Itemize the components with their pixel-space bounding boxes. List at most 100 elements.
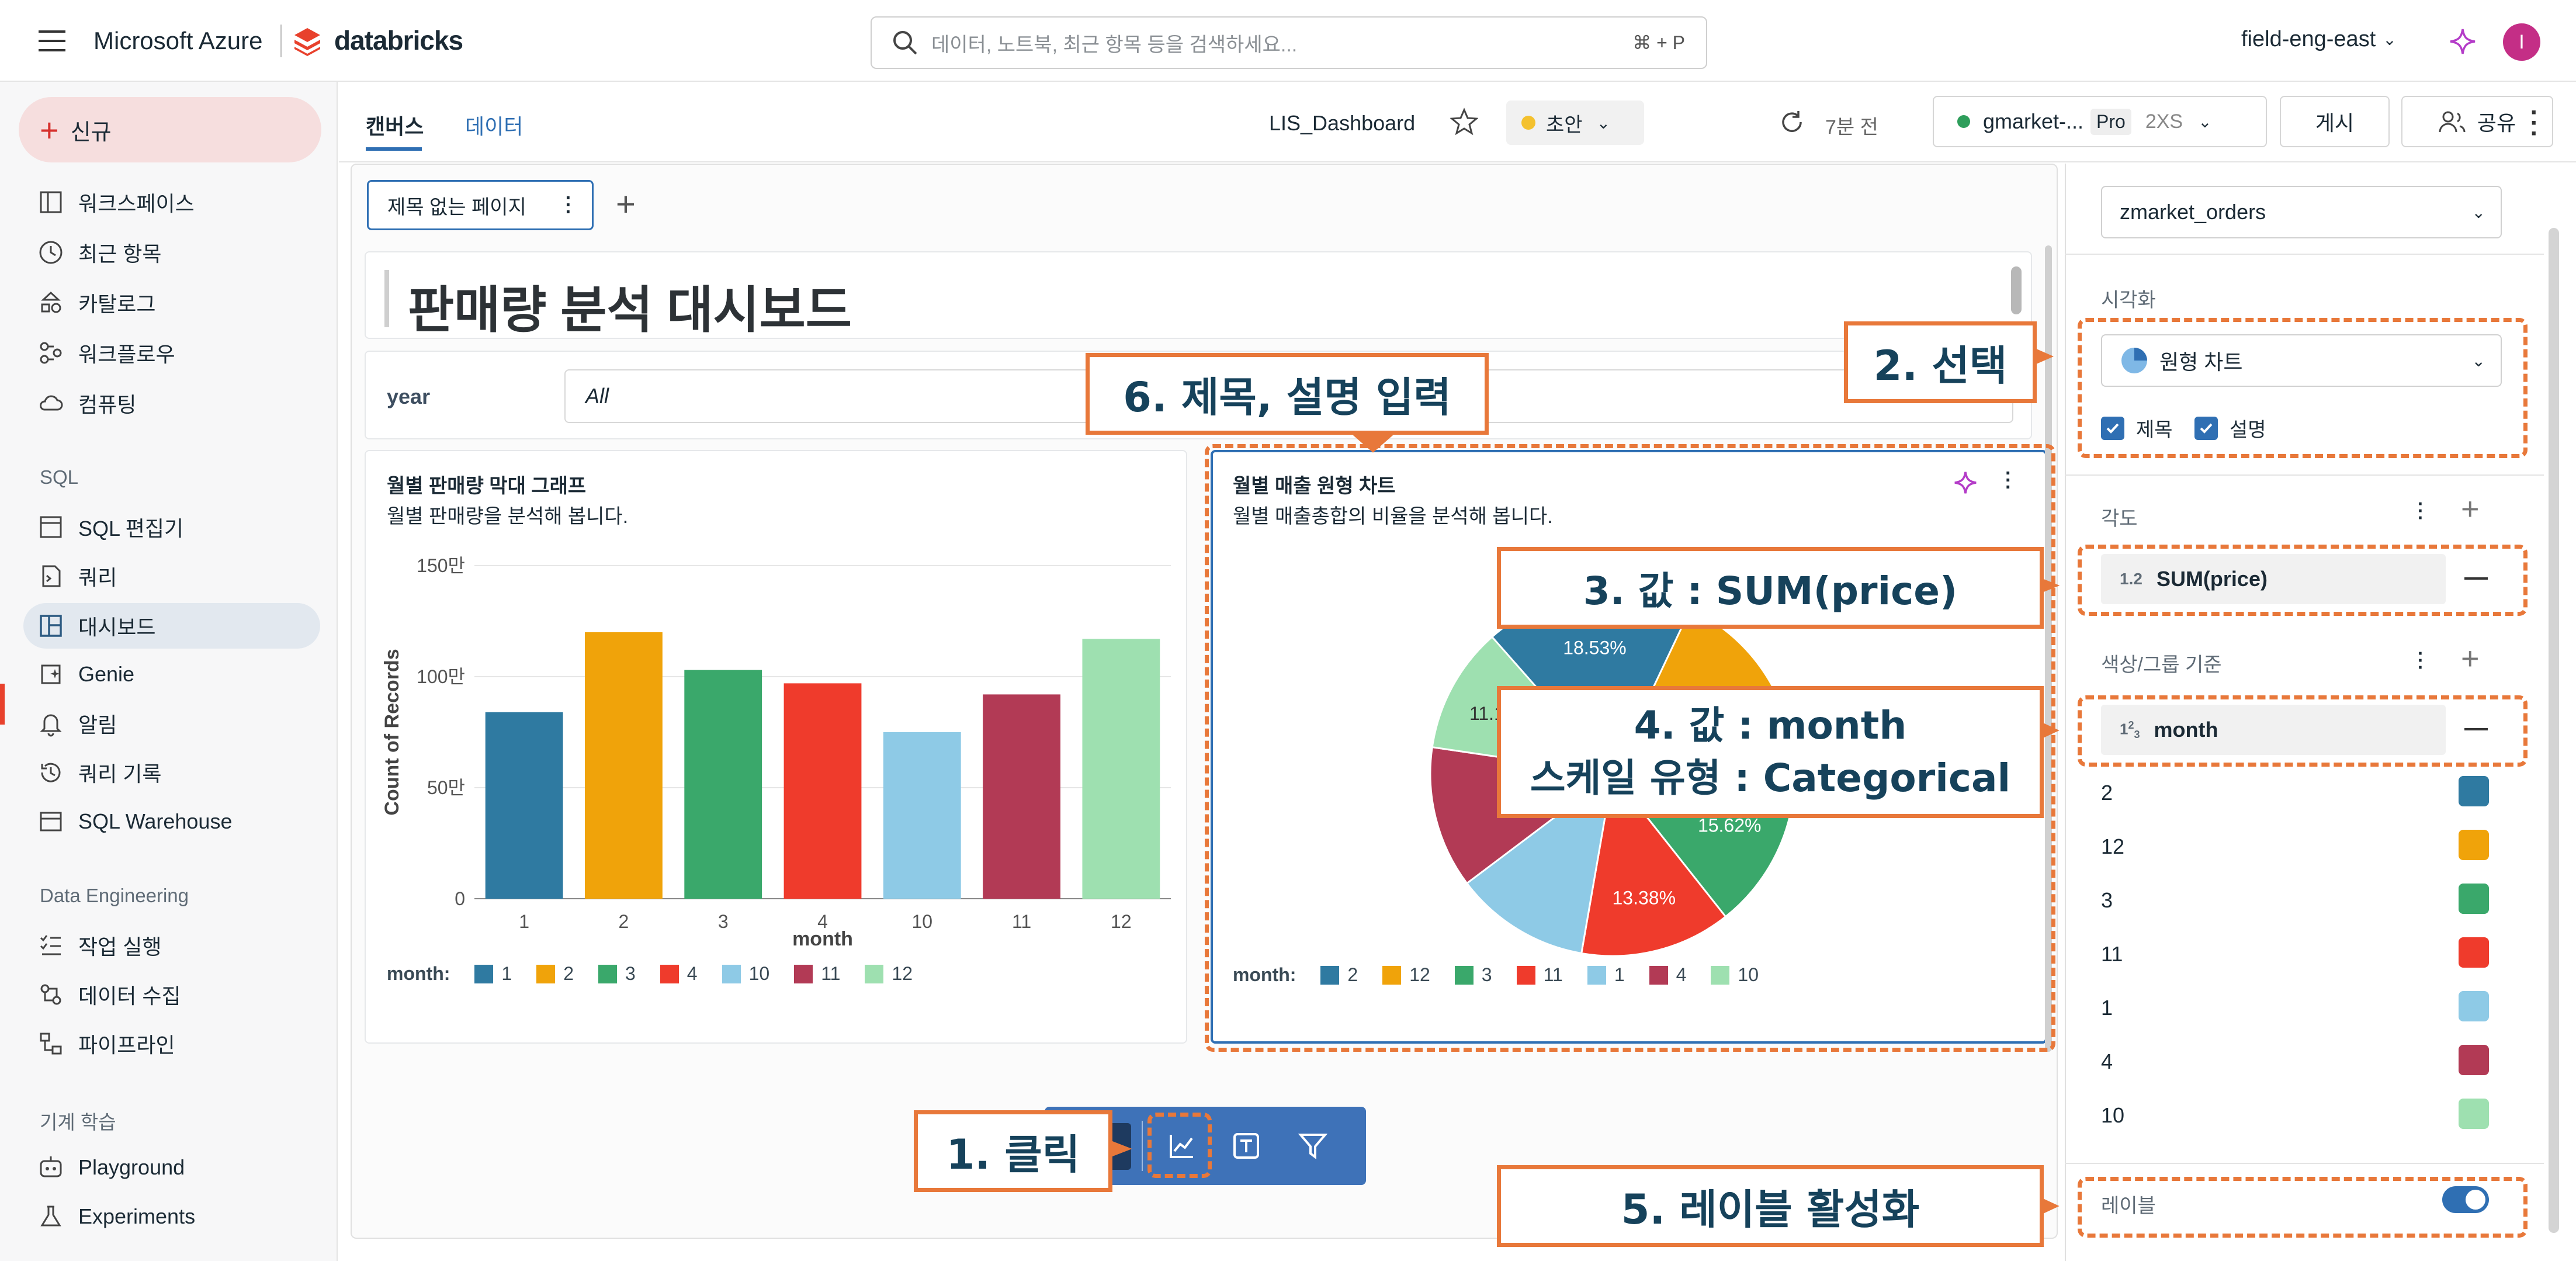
menu-icon[interactable] xyxy=(39,29,65,53)
sidebar-item-label: 파이프라인 xyxy=(78,1033,175,1057)
draft-status[interactable]: 초안 ⌄ xyxy=(1506,101,1644,145)
color-list-item[interactable]: 10 xyxy=(2101,1103,2124,1128)
page-tab[interactable]: 제목 없는 페이지 · · · xyxy=(367,180,594,230)
legend-label: 1 xyxy=(501,963,512,984)
angle-add-icon[interactable]: + xyxy=(2461,493,2480,525)
y-tick-label: 150만 xyxy=(417,555,465,576)
legend-item[interactable]: 1 xyxy=(474,963,512,985)
chevron-down-icon: ⌄ xyxy=(2471,203,2485,221)
legend-item[interactable]: 2 xyxy=(536,963,574,985)
legend-item[interactable]: 3 xyxy=(598,963,636,985)
new-button[interactable]: + 신규 xyxy=(19,97,321,162)
color-list-item[interactable]: 12 xyxy=(2101,834,2124,859)
angle-kebab-icon[interactable]: · · · xyxy=(2418,494,2424,527)
legend-item[interactable]: 11 xyxy=(794,963,840,985)
editor-bar: 캔버스 데이터 LIS_Dashboard 초안 ⌄ 7분 전 gmarket-… xyxy=(339,82,2576,162)
sidebar-item-label: 카탈로그 xyxy=(78,292,156,316)
sidebar-item-query-history[interactable]: 쿼리 기록 xyxy=(37,754,161,791)
workspace-switcher[interactable]: field-eng-east ⌄ xyxy=(2241,27,2397,52)
bar xyxy=(1082,639,1160,899)
assistant-sparkle-icon[interactable] xyxy=(2449,28,2476,55)
callout-step-4: 4. 값 : month 스케일 유형 : Categorical xyxy=(1497,686,2044,818)
color-list-item[interactable]: 2 xyxy=(2101,781,2113,805)
add-text-icon[interactable] xyxy=(1232,1131,1261,1160)
tab-canvas[interactable]: 캔버스 xyxy=(366,110,424,140)
refresh-icon[interactable] xyxy=(1778,109,1805,136)
bell-icon xyxy=(37,710,64,737)
legend-label: 12 xyxy=(892,963,913,984)
sidebar-item-genie[interactable]: Genie xyxy=(37,656,134,693)
color-swatch[interactable] xyxy=(2459,1099,2489,1129)
publish-label: 게시 xyxy=(2315,111,2355,135)
sidebar-item-recents[interactable]: 최근 항목 xyxy=(37,234,161,271)
color-swatch[interactable] xyxy=(2459,937,2489,968)
panel-scrollbar[interactable] xyxy=(2549,228,2559,1233)
avatar[interactable]: I xyxy=(2503,23,2540,61)
color-swatch[interactable] xyxy=(2459,1045,2489,1075)
color-swatch[interactable] xyxy=(2459,830,2489,860)
sidebar-item-label: 최근 항목 xyxy=(78,242,162,266)
avatar-letter: I xyxy=(2519,30,2525,53)
legend-item[interactable]: 12 xyxy=(865,963,913,985)
list-icon xyxy=(37,932,64,959)
sidebar-item-catalog[interactable]: 카탈로그 xyxy=(37,284,155,321)
kebab-icon[interactable]: · · · xyxy=(566,188,572,222)
sidebar-item-dashboards[interactable]: 대시보드 xyxy=(23,603,320,649)
dataset-name: zmarket_orders xyxy=(2120,200,2266,224)
sidebar-item-label: 대시보드 xyxy=(78,615,156,639)
legend-item[interactable]: 4 xyxy=(660,963,698,985)
highlight-viz-select xyxy=(2078,318,2528,458)
chevron-down-icon: ⌄ xyxy=(2383,30,2397,49)
color-list-item[interactable]: 3 xyxy=(2101,888,2113,913)
cloud-icon xyxy=(37,390,64,417)
color-list-item[interactable]: 1 xyxy=(2101,996,2113,1020)
search-input[interactable]: 데이터, 노트북, 최근 항목 등을 검색하세요... ⌘ + P xyxy=(871,16,1707,69)
angle-section-label: 각도 xyxy=(2101,508,2138,530)
color-list-item[interactable]: 4 xyxy=(2101,1049,2113,1074)
sidebar-item-sql-warehouse[interactable]: SQL Warehouse xyxy=(37,803,232,840)
add-page-icon[interactable]: + xyxy=(616,188,636,221)
highlight-labels-toggle xyxy=(2078,1177,2528,1238)
sidebar-item-data-ingestion[interactable]: 데이터 수집 xyxy=(37,976,181,1013)
warehouse-tier: Pro xyxy=(2090,108,2131,135)
sidebar-item-workspace[interactable]: 워크스페이스 xyxy=(37,183,195,221)
tab-data[interactable]: 데이터 xyxy=(465,110,523,140)
clock-icon xyxy=(37,239,64,266)
legend-label: 3 xyxy=(625,963,636,984)
color-swatch[interactable] xyxy=(2459,991,2489,1021)
sidebar-item-label: 워크스페이스 xyxy=(78,192,195,216)
color-list-item[interactable]: 11 xyxy=(2101,942,2123,966)
bar-chart-card[interactable]: 월별 판매량 막대 그래프 월별 판매량을 분석해 봅니다. 0 50만 100만 1… xyxy=(365,450,1187,1044)
publish-button[interactable]: 게시 xyxy=(2280,96,2390,147)
sidebar-item-queries[interactable]: 쿼리 xyxy=(37,557,117,595)
sidebar-item-pipelines[interactable]: 파이프라인 xyxy=(37,1025,175,1062)
warehouse-name: gmarket-... xyxy=(1983,109,2084,133)
sidebar-item-workflows[interactable]: 워크플로우 xyxy=(37,334,175,372)
star-icon[interactable] xyxy=(1450,108,1478,136)
sidebar-item-compute[interactable]: 컴퓨팅 xyxy=(37,384,136,422)
catalog-icon xyxy=(37,289,64,316)
sidebar-item-sql-editor[interactable]: SQL 편집기 xyxy=(37,508,183,546)
callout-text: 3. 값 : SUM(price) xyxy=(1583,569,1958,614)
title-widget[interactable]: 판매량 분석 대시보드 xyxy=(365,251,2032,339)
new-button-label: 신규 xyxy=(70,120,112,145)
sidebar-item-experiments[interactable]: Experiments xyxy=(37,1198,195,1235)
dashboard-name[interactable]: LIS_Dashboard xyxy=(1269,111,1415,136)
color-add-icon[interactable]: + xyxy=(2461,643,2480,674)
sidebar-item-alerts[interactable]: 알림 xyxy=(37,705,117,742)
color-kebab-icon[interactable]: · · · xyxy=(2418,644,2424,677)
title-scrollbar[interactable] xyxy=(2011,266,2022,314)
color-swatch[interactable] xyxy=(2459,884,2489,914)
sidebar-item-job-runs[interactable]: 작업 실행 xyxy=(37,927,161,964)
color-swatch[interactable] xyxy=(2459,776,2489,806)
more-options-icon[interactable]: · · · xyxy=(2529,100,2540,147)
dataset-select[interactable]: zmarket_orders ⌄ xyxy=(2101,186,2502,238)
add-filter-icon[interactable] xyxy=(1298,1131,1327,1160)
sidebar-item-label: 컴퓨팅 xyxy=(78,393,137,417)
legend-item[interactable]: 10 xyxy=(722,963,769,985)
filter-label: year xyxy=(387,384,431,408)
sidebar-item-label: 알림 xyxy=(78,713,117,737)
sidebar-item-playground[interactable]: Playground xyxy=(37,1149,185,1186)
warehouse-selector[interactable]: gmarket-... Pro 2XS ⌄ xyxy=(1933,96,2267,147)
share-label: 공유 xyxy=(2477,111,2516,135)
